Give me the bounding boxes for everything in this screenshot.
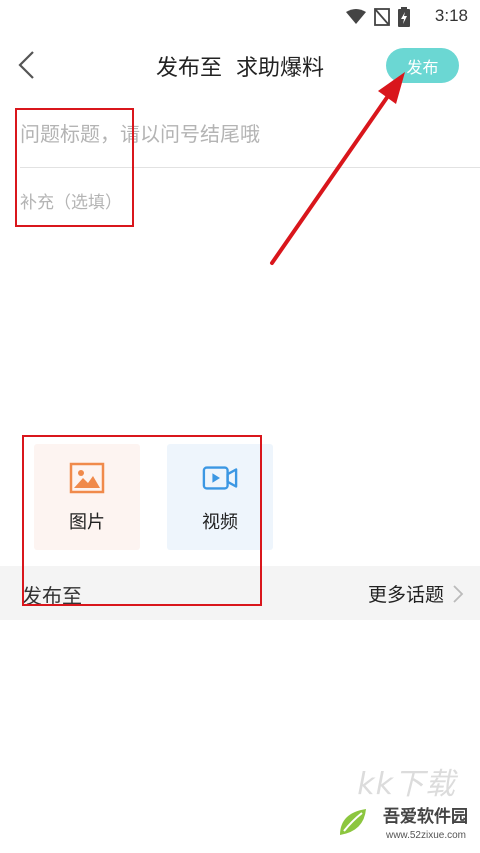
watermark-logo: kk下载 [357, 767, 456, 802]
leaf-icon [340, 809, 366, 835]
more-topics-label: 更多话题 [367, 584, 444, 606]
watermark-site-name: 吾爱软件园 [383, 807, 468, 827]
annotation-box-media [22, 435, 262, 606]
more-topics-button[interactable]: 更多话题 [368, 580, 464, 607]
chevron-right-icon [453, 584, 464, 603]
watermark-url: www.52zixue.com [385, 830, 466, 841]
watermark: kk下载 吾爱软件园 www.52zixue.com [334, 767, 474, 849]
annotation-arrow [270, 72, 405, 265]
